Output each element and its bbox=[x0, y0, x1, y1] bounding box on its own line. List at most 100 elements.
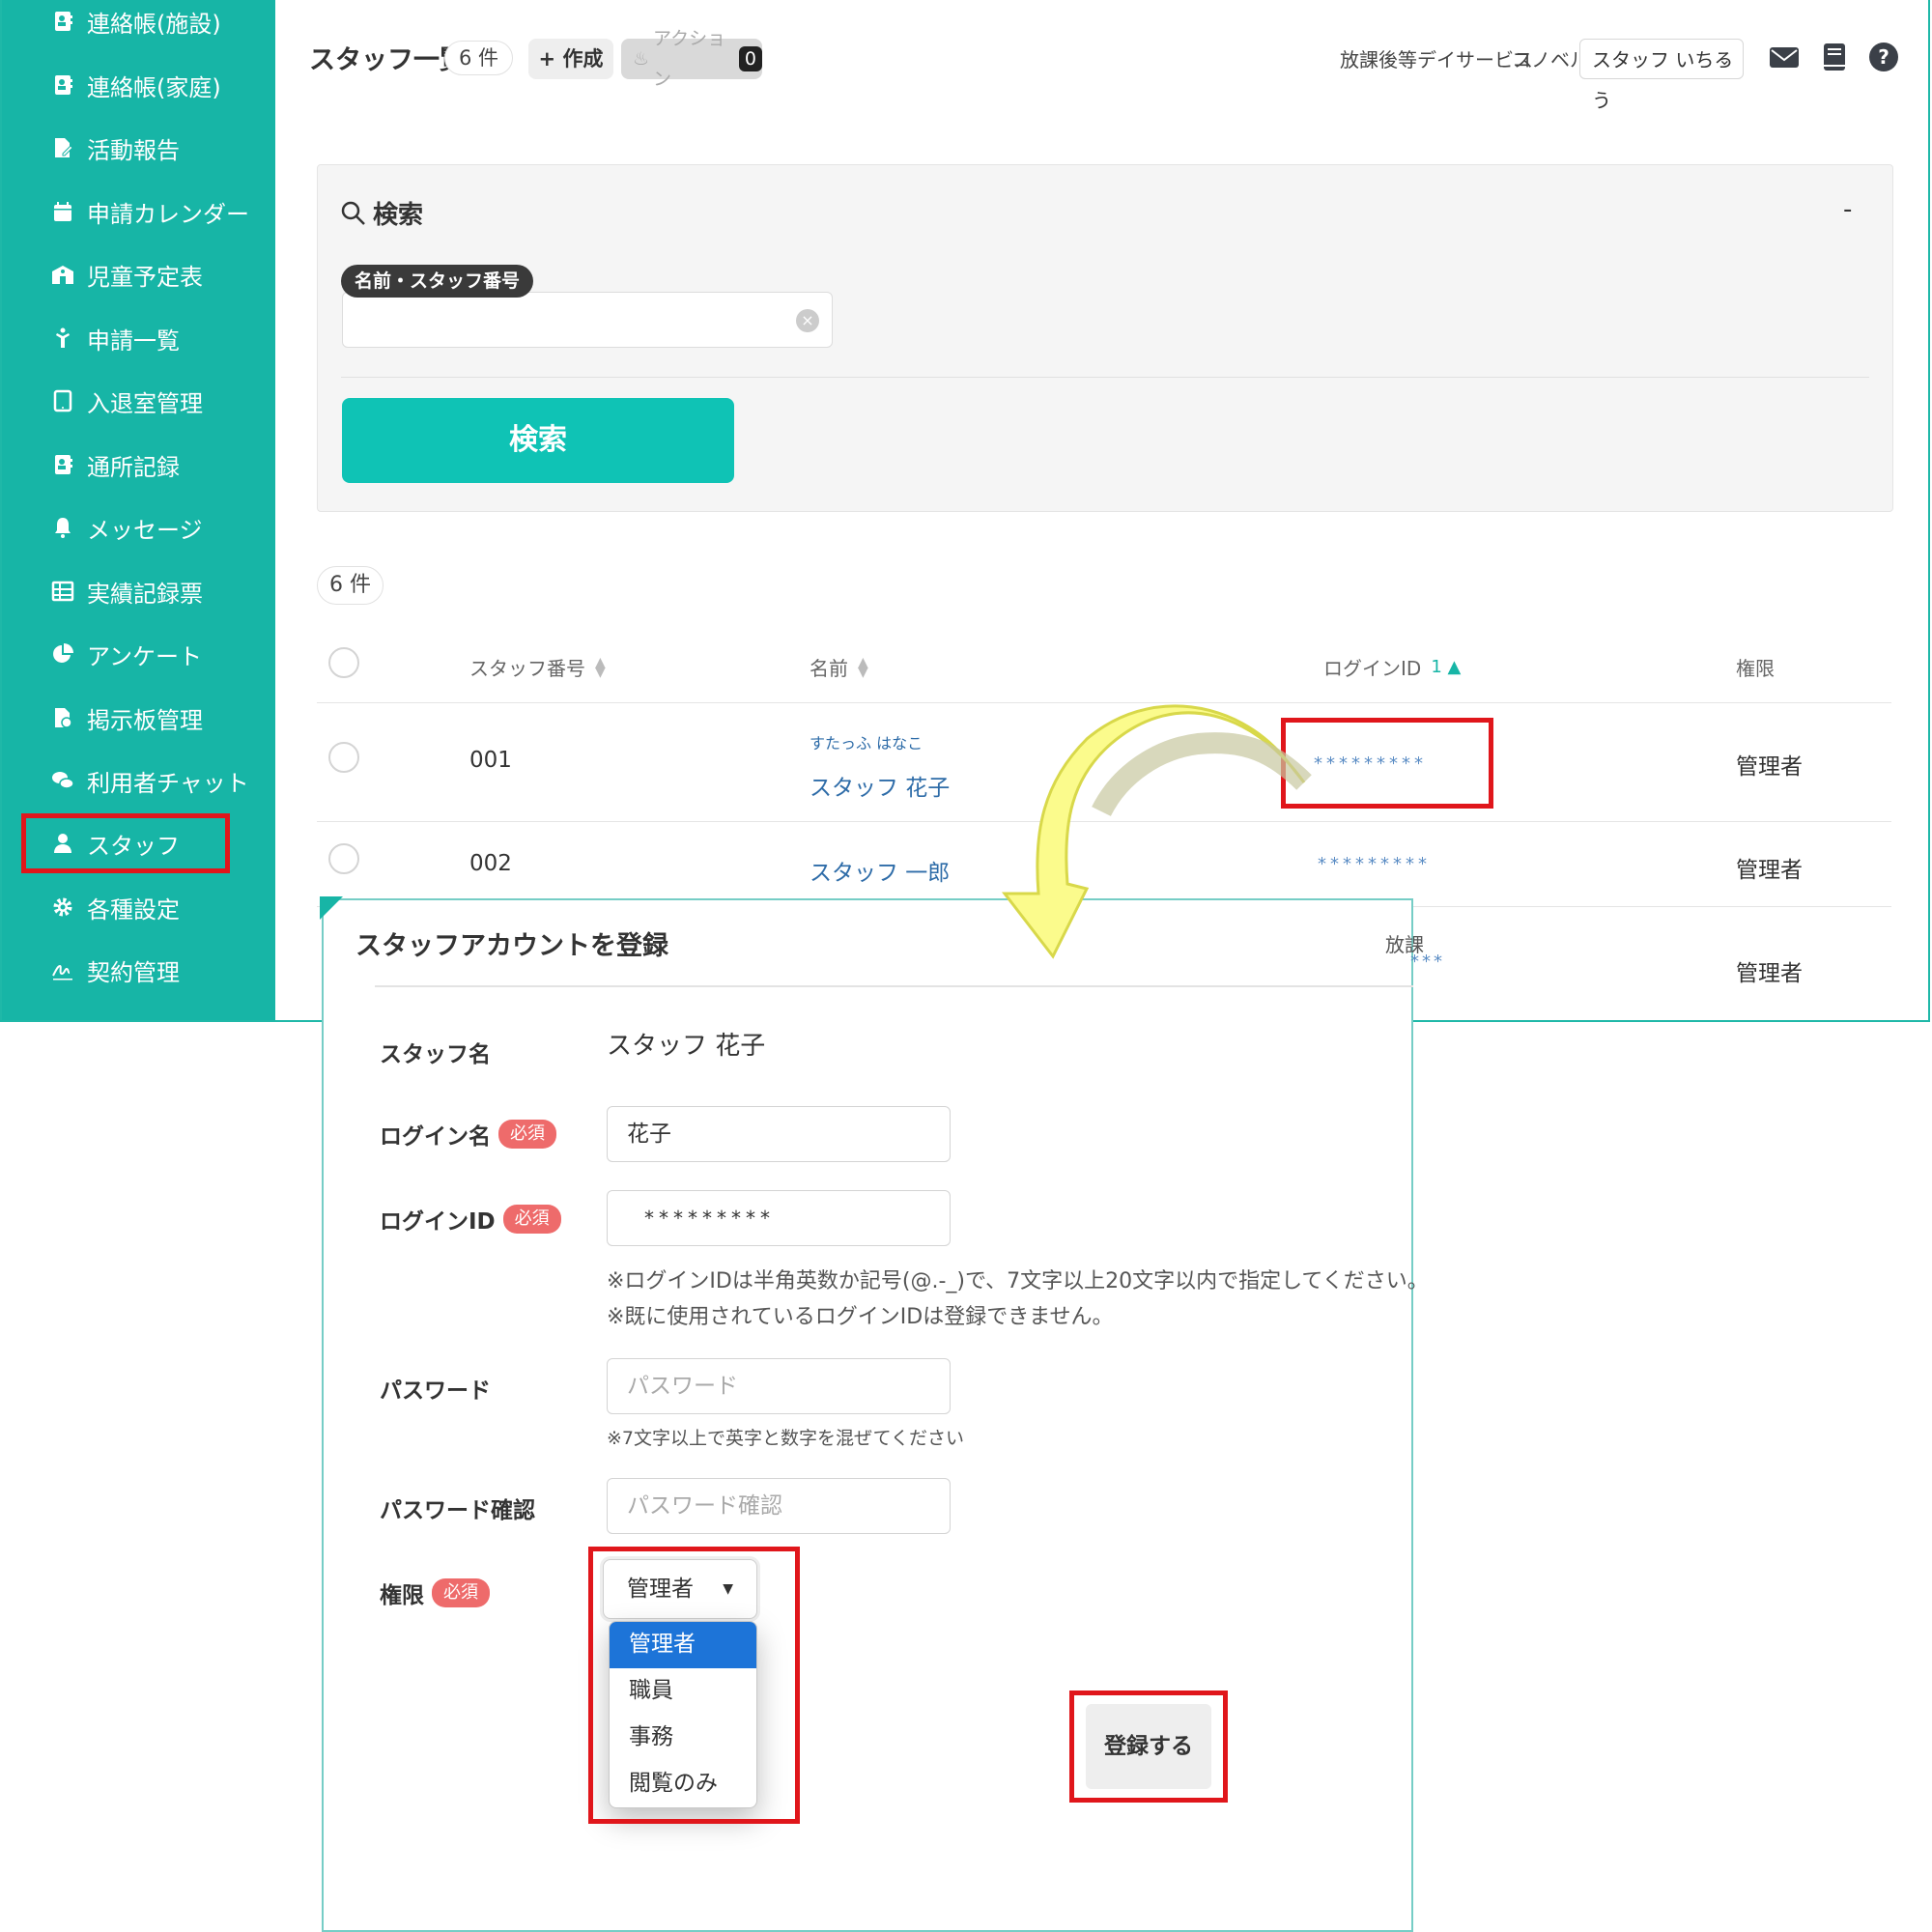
sidebar-item-child-schedule[interactable]: 児童予定表 bbox=[50, 253, 203, 296]
login-name-field[interactable]: 花子 bbox=[607, 1106, 951, 1162]
sidebar-item-label: 申請カレンダー bbox=[87, 200, 249, 228]
sidebar-item-label: メッセージ bbox=[87, 516, 203, 544]
password-field[interactable]: パスワード bbox=[607, 1358, 951, 1414]
column-login-id[interactable]: ログインID 1 ▲ bbox=[1323, 653, 1461, 681]
column-name[interactable]: 名前 ▲ ▼ bbox=[810, 653, 868, 681]
role-value: 管理者 bbox=[1736, 858, 1803, 883]
user-select[interactable]: スタッフ いちろう ⌄ bbox=[1579, 39, 1744, 112]
label-text: 権限 bbox=[380, 1583, 424, 1608]
bell-icon bbox=[50, 515, 75, 540]
column-label: スタッフ番号 bbox=[469, 657, 585, 680]
sidebar-item-label: 契約管理 bbox=[87, 958, 180, 986]
password-note: ※7文字以上で英字と数字を混ぜてください bbox=[607, 1428, 965, 1449]
sort-index: 1 bbox=[1431, 657, 1442, 677]
sidebar-item-request-calendar[interactable]: 申請カレンダー bbox=[50, 190, 249, 233]
clear-icon[interactable]: × bbox=[796, 309, 819, 332]
role-value: 管理者 bbox=[1736, 754, 1803, 780]
collapse-toggle[interactable]: - bbox=[1843, 195, 1852, 224]
login-id-note: ※既に使用されているログインIDは登録できません。 bbox=[607, 1305, 1114, 1329]
school-icon bbox=[50, 262, 75, 287]
sidebar-item-contact-home[interactable]: 連絡帳(家庭) bbox=[50, 64, 221, 106]
search-heading: 検索 bbox=[340, 195, 423, 231]
book-icon[interactable] bbox=[1818, 41, 1851, 73]
login-id-masked: ********* bbox=[1318, 854, 1431, 874]
sidebar-item-performance-record[interactable]: 実績記録票 bbox=[50, 570, 203, 612]
required-badge: 必須 bbox=[502, 1205, 561, 1234]
contact-book-icon bbox=[50, 452, 75, 477]
sidebar-item-contact-facility[interactable]: 連絡帳(施設) bbox=[50, 0, 221, 43]
chat-icon bbox=[50, 768, 75, 793]
sidebar-item-label: 掲示板管理 bbox=[87, 706, 203, 734]
file-image-icon bbox=[50, 705, 75, 730]
sidebar-item-user-chat[interactable]: 利用者チャット bbox=[50, 759, 249, 802]
sidebar-item-label: 入退室管理 bbox=[87, 389, 203, 417]
page-title: スタッフ一覧 bbox=[309, 45, 466, 75]
search-input[interactable] bbox=[342, 292, 833, 348]
mail-icon[interactable] bbox=[1768, 41, 1801, 73]
sort-icon: ▲ ▼ bbox=[858, 654, 868, 680]
label-text: スタッフ名 bbox=[380, 1042, 491, 1067]
sidebar-item-settings[interactable]: 各種設定 bbox=[50, 886, 180, 928]
login-id-field[interactable]: ********* bbox=[607, 1190, 951, 1246]
sidebar-item-label: 活動報告 bbox=[87, 136, 180, 164]
search-button[interactable]: 検索 bbox=[342, 398, 734, 483]
sidebar-item-attendance-record[interactable]: 通所記録 bbox=[50, 443, 180, 486]
brand-name: コノベル bbox=[1512, 48, 1589, 71]
column-staff-number[interactable]: スタッフ番号 ▲ ▼ bbox=[469, 653, 606, 681]
column-label: 権限 bbox=[1736, 657, 1775, 680]
contact-book-icon bbox=[50, 72, 75, 98]
contact-book-icon bbox=[50, 9, 75, 34]
staff-number: 001 bbox=[469, 748, 512, 773]
search-icon bbox=[341, 201, 365, 225]
staff-name-label: スタッフ名 bbox=[380, 1036, 491, 1068]
help-icon[interactable]: ? bbox=[1867, 41, 1900, 73]
sidebar-item-message[interactable]: メッセージ bbox=[50, 506, 203, 549]
register-highlight-box bbox=[1069, 1690, 1228, 1803]
password-confirm-label: パスワード確認 bbox=[380, 1492, 535, 1524]
sort-icon: ▲ ▼ bbox=[595, 654, 606, 680]
modal-corner-accent bbox=[320, 896, 343, 920]
label-text: パスワード確認 bbox=[380, 1498, 535, 1523]
staff-number: 002 bbox=[469, 851, 512, 876]
column-label: 名前 bbox=[810, 657, 848, 680]
create-button[interactable]: + 作成 bbox=[528, 39, 613, 79]
sidebar-item-label: 連絡帳(家庭) bbox=[87, 73, 221, 101]
select-all-checkbox[interactable] bbox=[328, 647, 359, 678]
staff-count-badge: 6 件 bbox=[444, 41, 514, 75]
calendar-icon bbox=[50, 199, 75, 224]
staff-nav-highlight-box bbox=[21, 813, 230, 873]
row-checkbox[interactable] bbox=[328, 843, 359, 874]
sidebar-item-label: 各種設定 bbox=[87, 895, 180, 923]
login-id-note: ※ログインIDは半角英数か記号(@.-_)で、7文字以上20文字以内で指定してく… bbox=[607, 1269, 1429, 1293]
role-highlight-box bbox=[588, 1547, 800, 1824]
sort-ascending-icon: 1 ▲ bbox=[1431, 657, 1462, 677]
sidebar-item-label: 実績記録票 bbox=[87, 580, 203, 608]
staff-name-link[interactable]: スタッフ 花子 bbox=[810, 769, 950, 802]
sidebar-item-contract[interactable]: 契約管理 bbox=[50, 949, 180, 991]
action-count-badge: 0 bbox=[738, 46, 762, 71]
password-confirm-field[interactable]: パスワード確認 bbox=[607, 1478, 951, 1534]
pie-chart-icon bbox=[50, 641, 75, 667]
svg-text:?: ? bbox=[1878, 45, 1889, 69]
row-checkbox[interactable] bbox=[328, 742, 359, 773]
chevron-down-icon: ⌄ bbox=[1718, 50, 1731, 69]
divider bbox=[341, 377, 1869, 378]
column-role: 権限 bbox=[1736, 653, 1775, 681]
action-button[interactable]: ♨ アクション 0 bbox=[621, 28, 762, 90]
login-id-label: ログインID 必須 bbox=[380, 1203, 561, 1236]
required-badge: 必須 bbox=[432, 1578, 490, 1607]
sidebar-item-label: 児童予定表 bbox=[87, 263, 203, 291]
name-staff-number-label: 名前・スタッフ番号 bbox=[341, 265, 534, 298]
sidebar-item-request-list[interactable]: 申請一覧 bbox=[50, 317, 180, 359]
action-label: アクション bbox=[653, 28, 726, 90]
sidebar-item-bulletin-board[interactable]: 掲示板管理 bbox=[50, 696, 203, 739]
facility-name: 放課後等デイサービス bbox=[1340, 48, 1533, 71]
sidebar-item-entry-exit[interactable]: 入退室管理 bbox=[50, 380, 203, 422]
column-label: ログインID bbox=[1323, 657, 1422, 680]
modal-divider bbox=[375, 985, 1413, 987]
staff-name-link[interactable]: スタッフ 一郎 bbox=[810, 854, 950, 887]
result-count-badge: 6 件 bbox=[317, 566, 384, 605]
sidebar-item-survey[interactable]: アンケート bbox=[50, 633, 202, 675]
login-id-masked: *** bbox=[1410, 952, 1445, 972]
sidebar-item-activity-report[interactable]: 活動報告 bbox=[50, 127, 180, 169]
